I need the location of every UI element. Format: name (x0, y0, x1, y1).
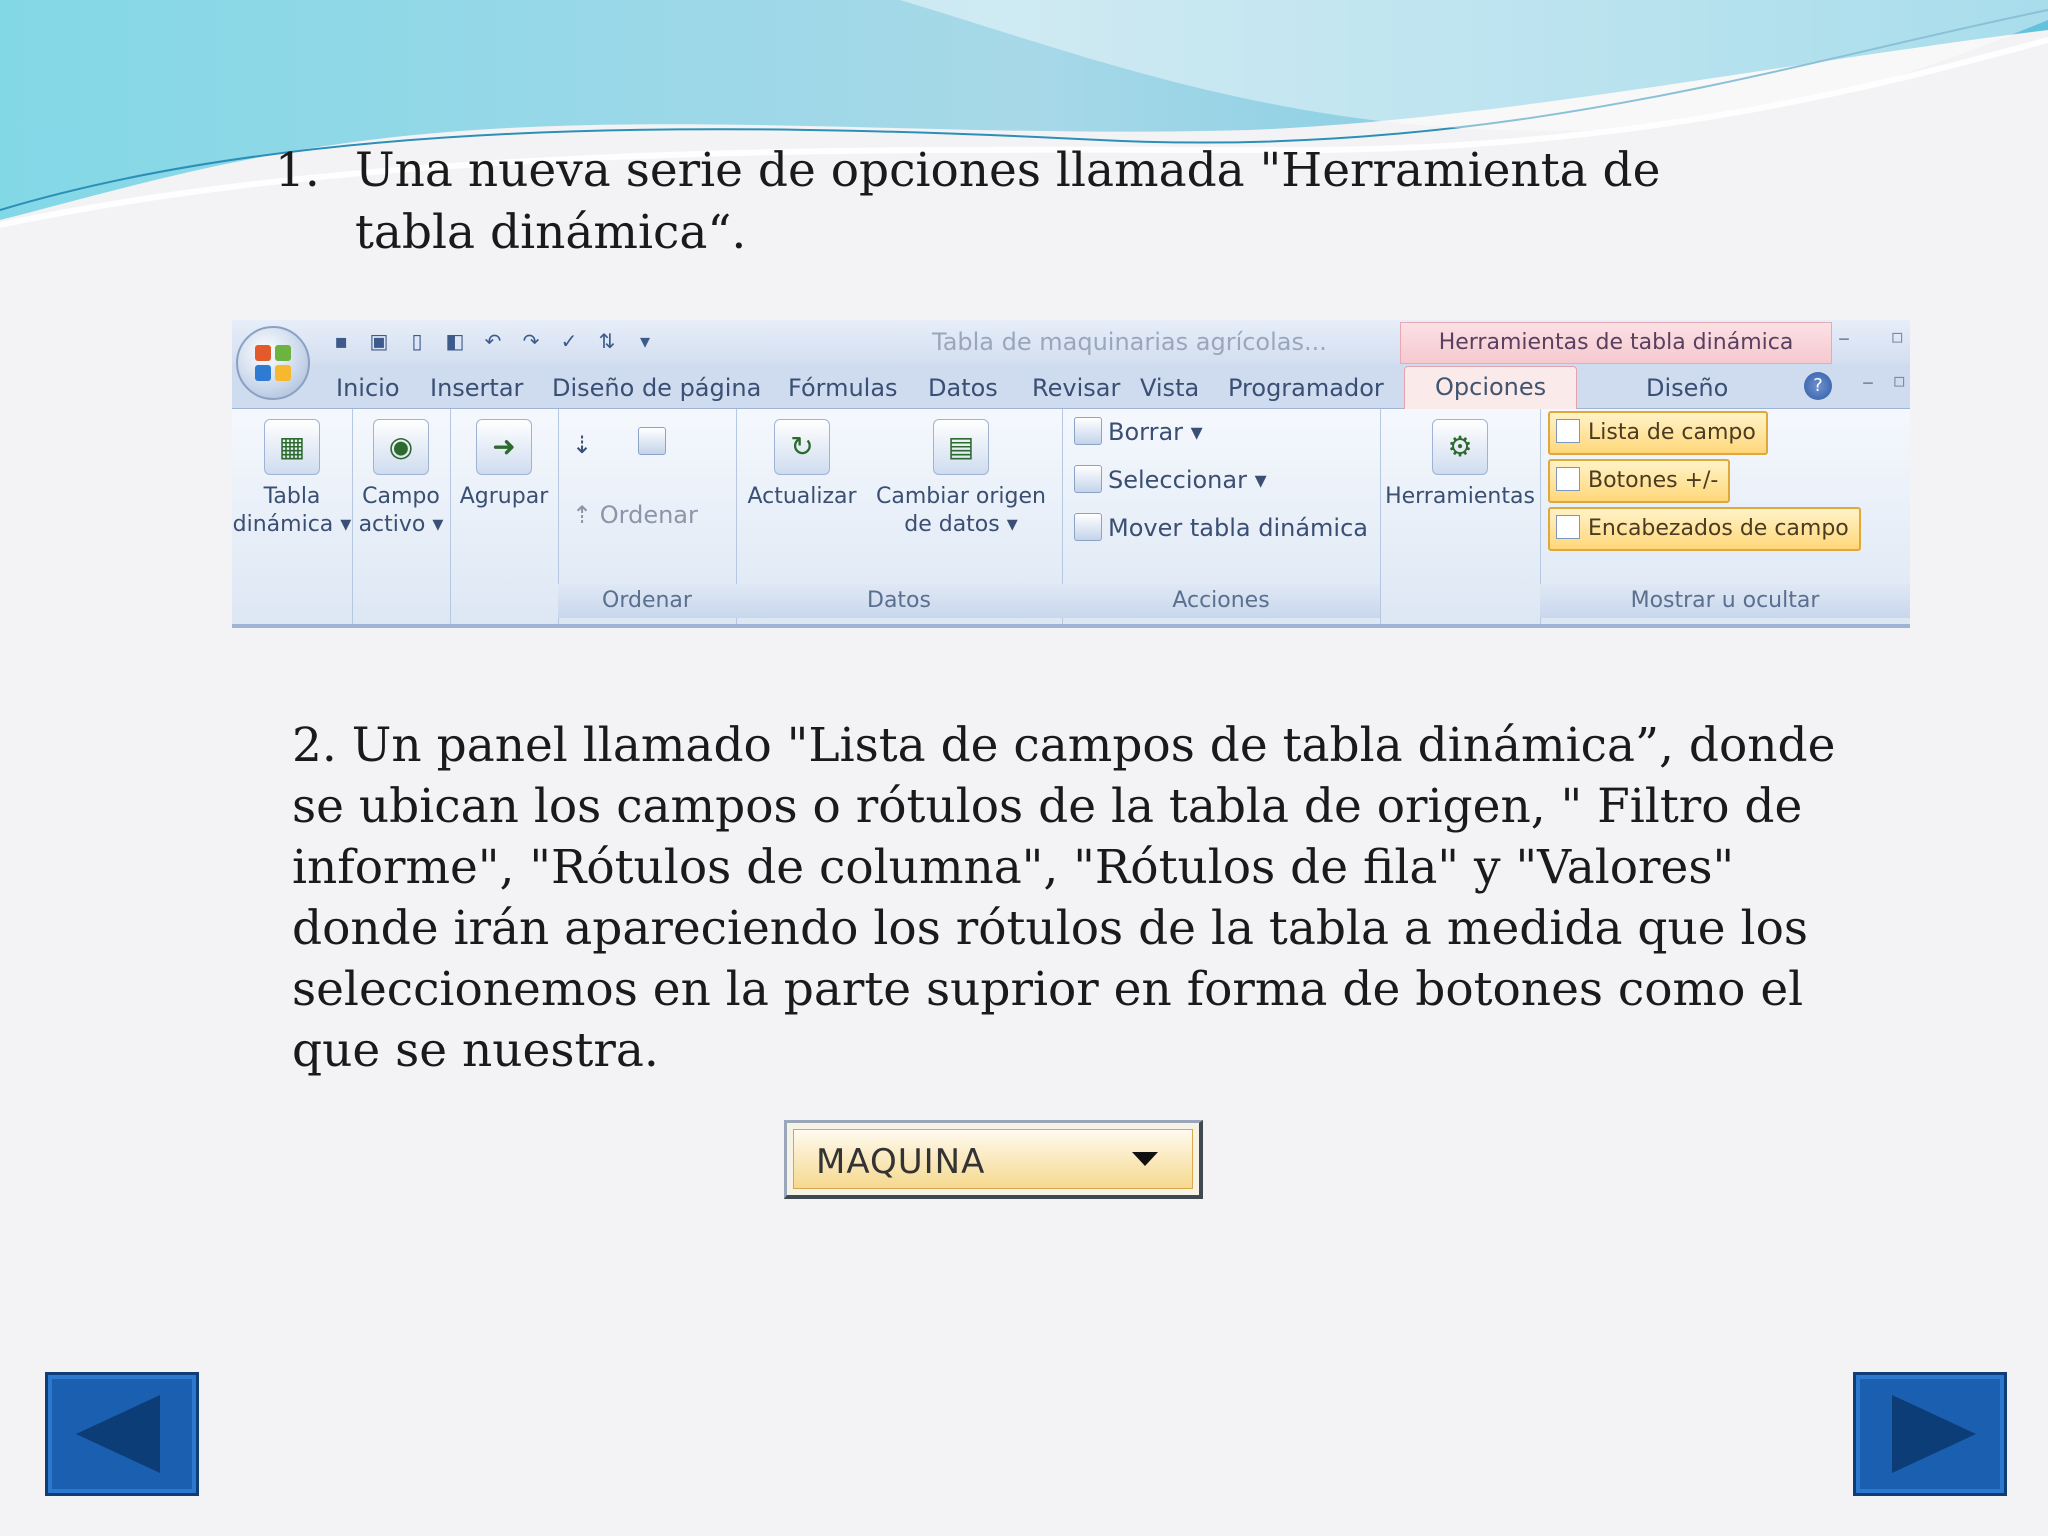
mover-tabla-label: Mover tabla dinámica (1108, 514, 1368, 542)
quick-access-toolbar: ▪ ▣ ▯ ◧ ↶ ↷ ✓ ⇅ ▾ Tabla de maquinarias a… (232, 320, 1910, 364)
group-label-ordenar: Ordenar (558, 584, 736, 618)
cambiar-origen-button[interactable]: ▤ Cambiar origen de datos ▾ (868, 419, 1054, 539)
seleccionar-label: Seleccionar ▾ (1108, 466, 1267, 494)
lista-de-campo-label: Lista de campo (1588, 420, 1756, 445)
botones-label: Botones +/- (1588, 468, 1719, 493)
group-datos: ↻ Actualizar ▤ Cambiar origen de datos ▾… (736, 409, 1063, 624)
plus-minus-icon (1556, 467, 1580, 491)
borrar-button[interactable]: Borrar ▾ (1074, 417, 1203, 446)
group-label-mostrar: Mostrar u ocultar (1540, 584, 1910, 618)
arrow-right-icon (1892, 1395, 1976, 1473)
help-icon[interactable]: ? (1804, 372, 1832, 400)
group-agrupar: ➜ Agrupar (450, 409, 559, 624)
save-icon[interactable]: ▪ (328, 328, 354, 354)
field-settings-icon: ◉ (373, 419, 429, 475)
move-table-icon (1074, 513, 1102, 541)
group-herramientas: ⚙ Herramientas (1380, 409, 1541, 624)
tab-vista[interactable]: Vista (1140, 374, 1199, 402)
instruction-point-2: 2. Un panel llamado "Lista de campos de … (292, 718, 1836, 1078)
lista-de-campo-toggle[interactable]: Lista de campo (1548, 411, 1768, 455)
contextual-tab-title: Herramientas de tabla dinámica (1400, 322, 1832, 364)
group-arrow-icon: ➜ (476, 419, 532, 475)
select-icon (1074, 465, 1102, 493)
botones-toggle[interactable]: Botones +/- (1548, 459, 1731, 503)
point-1-text: Una nueva serie de opciones llamada "Her… (355, 143, 1661, 260)
tab-diseno-pagina[interactable]: Diseño de página (552, 374, 761, 402)
previous-slide-button[interactable] (45, 1372, 199, 1496)
actualizar-button[interactable]: ↻ Actualizar (742, 419, 862, 511)
tab-opciones[interactable]: Opciones (1404, 366, 1578, 409)
agrupar-label: Agrupar (459, 484, 549, 509)
restore-icon[interactable]: ▫ (1890, 324, 1904, 348)
eraser-icon (1074, 417, 1102, 445)
field-list-icon (1556, 419, 1580, 443)
refresh-icon: ↻ (774, 419, 830, 475)
encabezados-toggle[interactable]: Encabezados de campo (1548, 507, 1861, 551)
field-headers-icon (1556, 515, 1580, 539)
ordenar-button[interactable]: ⇡ Ordenar (572, 501, 698, 529)
group-acciones: Borrar ▾ Seleccionar ▾ Mover tabla dinám… (1062, 409, 1381, 624)
office-logo-icon (255, 345, 291, 381)
office-button[interactable] (236, 326, 310, 400)
open-folder-icon[interactable]: ▣ (366, 328, 392, 354)
actualizar-label: Actualizar (747, 484, 857, 509)
tab-diseno[interactable]: Diseño (1646, 374, 1728, 402)
spell-check-icon[interactable]: ✓ (556, 328, 582, 354)
group-tabla-dinamica: ▦ Tabla dinámica ▾ (232, 409, 353, 624)
field-button-label: MAQUINA (816, 1142, 986, 1182)
sort-za-icon: ⇡ (572, 501, 600, 529)
campo-activo-button[interactable]: ◉ Campo activo ▾ (352, 419, 450, 539)
cambiar-origen-label: Cambiar origen de datos ▾ (876, 484, 1046, 537)
change-source-icon: ▤ (933, 419, 989, 475)
minimize-icon[interactable]: – (1838, 324, 1850, 352)
tools-icon: ⚙ (1432, 419, 1488, 475)
campo-activo-label: Campo activo ▾ (358, 484, 444, 537)
new-document-icon[interactable]: ▯ (404, 328, 430, 354)
point-1-number: 1. (275, 143, 320, 198)
arrow-left-icon (76, 1395, 160, 1473)
tabla-dinamica-label: Tabla dinámica ▾ (232, 484, 352, 537)
group-label-acciones: Acciones (1062, 584, 1380, 618)
ordenar-label: Ordenar (599, 501, 698, 529)
tab-datos[interactable]: Datos (928, 374, 998, 402)
sort-ascending-icon[interactable]: ⇣ (572, 431, 592, 459)
tab-revisar[interactable]: Revisar (1032, 374, 1120, 402)
ribbon-minimize-icon[interactable]: – (1862, 368, 1874, 396)
instruction-point-1: 1. Una nueva serie de opciones llamada "… (275, 140, 1715, 264)
encabezados-label: Encabezados de campo (1588, 516, 1849, 541)
agrupar-button[interactable]: ➜ Agrupar (450, 419, 558, 511)
excel-ribbon-screenshot: ▪ ▣ ▯ ◧ ↶ ↷ ✓ ⇅ ▾ Tabla de maquinarias a… (232, 320, 1910, 628)
herramientas-button[interactable]: ⚙ Herramientas (1380, 419, 1540, 511)
mover-tabla-button[interactable]: Mover tabla dinámica (1074, 513, 1368, 542)
pivot-field-button[interactable]: MAQUINA (784, 1120, 1203, 1199)
print-preview-icon[interactable]: ◧ (442, 328, 468, 354)
tab-inicio[interactable]: Inicio (336, 374, 400, 402)
herramientas-label: Herramientas (1385, 484, 1535, 509)
ribbon-restore-icon[interactable]: ▫ (1892, 368, 1906, 392)
undo-icon[interactable]: ↶ (480, 328, 506, 354)
borrar-label: Borrar ▾ (1108, 418, 1203, 446)
tab-programador[interactable]: Programador (1228, 374, 1384, 402)
group-campo-activo: ◉ Campo activo ▾ (352, 409, 451, 624)
redo-icon[interactable]: ↷ (518, 328, 544, 354)
sort-icon[interactable]: ⇅ (594, 328, 620, 354)
ribbon-tabs: Inicio Insertar Diseño de página Fórmula… (232, 364, 1910, 409)
group-mostrar-ocultar: Lista de campo Botones +/- Encabezados d… (1540, 409, 1910, 624)
seleccionar-button[interactable]: Seleccionar ▾ (1074, 465, 1267, 494)
group-ordenar: ⇣ ⇡ Ordenar Ordenar (558, 409, 737, 624)
sort-az-icon[interactable] (638, 427, 672, 456)
customize-qat-icon[interactable]: ▾ (632, 328, 658, 354)
tab-insertar[interactable]: Insertar (430, 374, 523, 402)
pivot-table-icon: ▦ (264, 419, 320, 475)
window-title: Tabla de maquinarias agrícolas... (932, 328, 1327, 356)
next-slide-button[interactable] (1853, 1372, 2007, 1496)
group-label-datos: Datos (736, 584, 1062, 618)
chevron-down-icon[interactable] (1132, 1152, 1158, 1166)
ribbon-body: ▦ Tabla dinámica ▾ ◉ Campo activo ▾ ➜ Ag… (232, 409, 1910, 624)
tabla-dinamica-button[interactable]: ▦ Tabla dinámica ▾ (232, 419, 352, 539)
tab-formulas[interactable]: Fórmulas (788, 374, 898, 402)
